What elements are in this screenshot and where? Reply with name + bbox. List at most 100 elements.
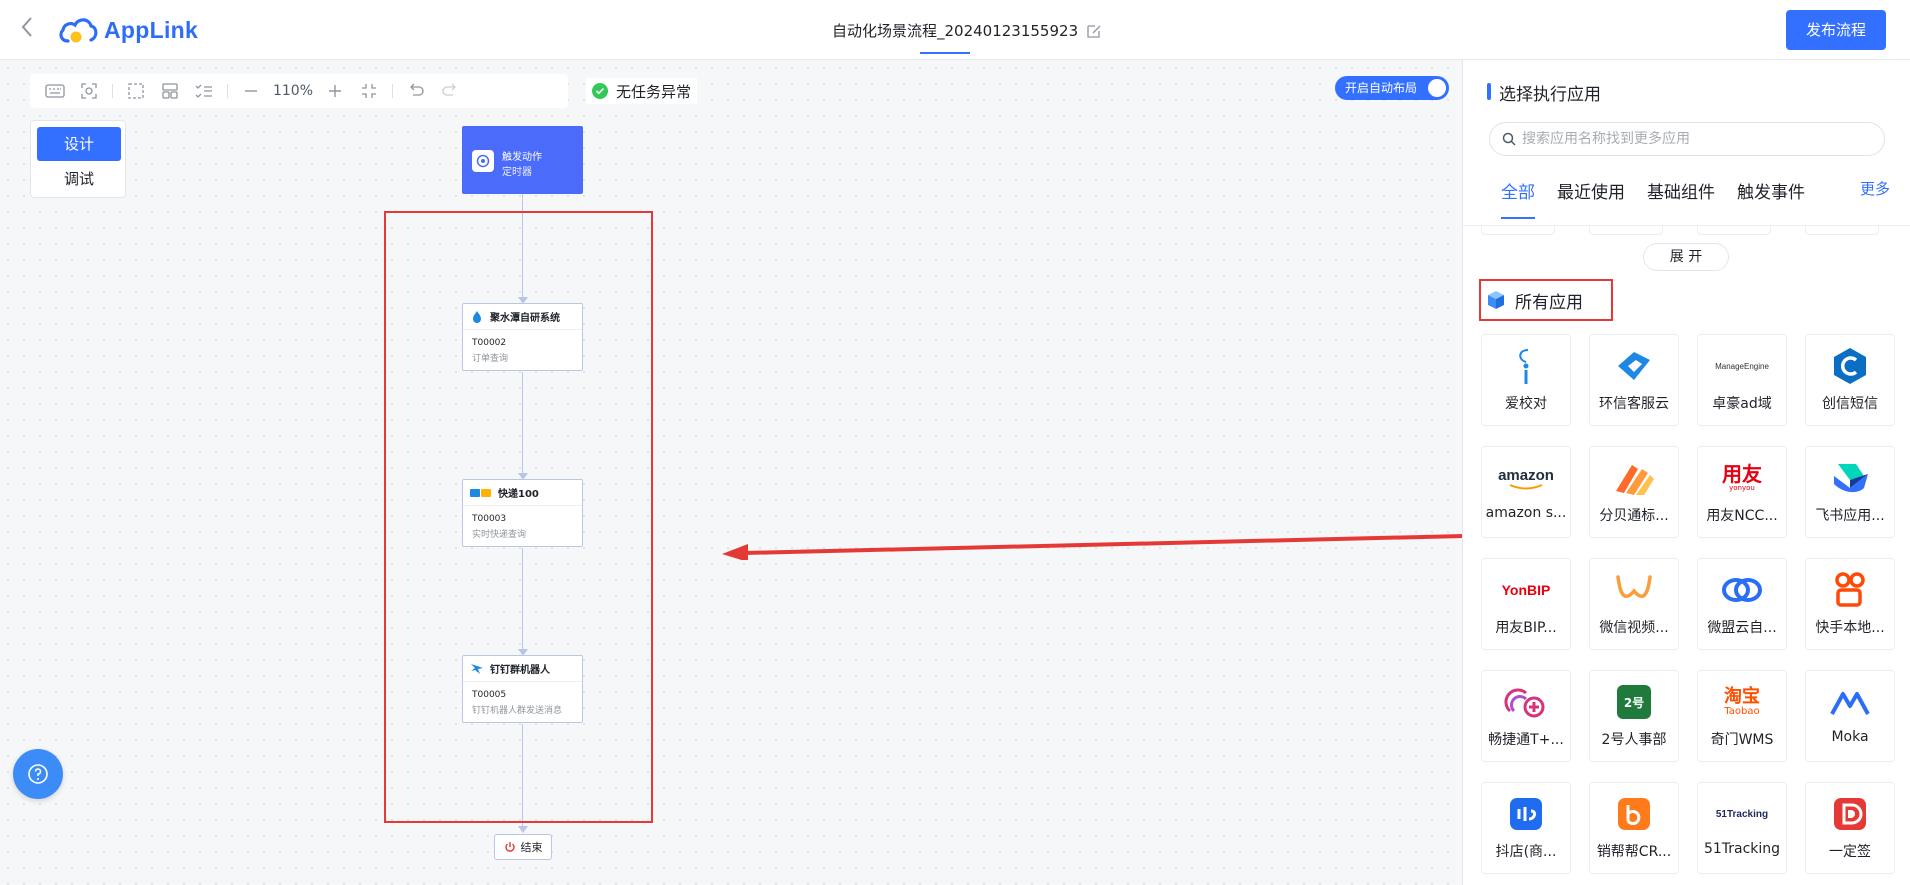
app-card[interactable]: 抖店(商... <box>1481 782 1571 874</box>
help-button[interactable] <box>13 749 63 799</box>
jst-icon <box>473 310 481 323</box>
task-status: 无任务异常 <box>586 78 698 104</box>
undo-icon[interactable] <box>399 76 433 106</box>
app-card[interactable]: amazon amazon s... <box>1481 446 1571 538</box>
tab-all[interactable]: 全部 <box>1501 178 1535 219</box>
card-stub <box>1481 226 1555 235</box>
flow-node-dingtalk[interactable]: 钉钉群机器人 T00005 钉钉机器人群发送消息 <box>462 655 583 723</box>
app-card[interactable]: 2号 2号人事部 <box>1589 670 1679 762</box>
design-mode-button[interactable]: 设计 <box>37 127 121 161</box>
app-label: 销帮帮CR... <box>1596 844 1672 860</box>
feishu-icon <box>1834 464 1868 493</box>
app-card[interactable]: 爱校对 <box>1481 334 1571 426</box>
doudian-icon <box>1510 798 1542 830</box>
app-card[interactable]: 快手本地... <box>1805 558 1895 650</box>
flow-node-jst[interactable]: 聚水潭自研系统 T00002 订单查询 <box>462 303 583 371</box>
zoom-out-icon[interactable] <box>234 76 268 106</box>
flow-canvas[interactable] <box>0 60 1462 885</box>
app-card[interactable]: 环信客服云 <box>1589 334 1679 426</box>
app-card[interactable]: 畅捷通T+... <box>1481 670 1571 762</box>
applink-logo: AppLink <box>58 12 198 48</box>
app-card[interactable]: 淘宝 Taobao 奇门WMS <box>1697 670 1787 762</box>
canvas-toolbar: 110% <box>30 74 568 108</box>
app-grid: 爱校对 环信客服云 ManageEngine 卓豪ad域 创信短信 amazon… <box>1481 334 1895 874</box>
timer-icon <box>472 150 494 172</box>
debug-mode-button[interactable]: 调试 <box>37 165 121 193</box>
app-card[interactable]: 销帮帮CR... <box>1589 782 1679 874</box>
node-name: 聚水潭自研系统 <box>490 313 560 324</box>
flow-connector <box>522 194 523 302</box>
trigger-node[interactable]: 触发动作 定时器 <box>462 126 583 194</box>
dingtalk-icon <box>471 663 483 674</box>
select-area-icon[interactable] <box>119 76 153 106</box>
keyboard-icon[interactable] <box>38 76 72 106</box>
checklist-icon[interactable] <box>187 76 221 106</box>
expand-button[interactable]: 展 开 <box>1643 243 1729 271</box>
app-card[interactable]: 飞书应用... <box>1805 446 1895 538</box>
flow-title[interactable]: 自动化场景流程_20240123155923 <box>832 20 1102 41</box>
app-label: Moka <box>1831 729 1869 745</box>
xiaobangbang-icon <box>1618 798 1650 830</box>
taobao-icon: 淘宝 <box>1724 685 1760 707</box>
app-selector-panel: 选择执行应用 全部 最近使用 基础组件 触发事件 更多 展 开 所有应用 爱校对… <box>1462 60 1910 885</box>
app-card[interactable]: 微盟云自... <box>1697 558 1787 650</box>
app-card[interactable]: 用友 yonyou 用友NCC... <box>1697 446 1787 538</box>
search-input[interactable] <box>1522 131 1862 147</box>
node-name: 快递100 <box>498 489 539 500</box>
app-search[interactable] <box>1489 122 1885 156</box>
back-icon[interactable] <box>20 16 42 42</box>
auto-layout-toggle[interactable]: 开启自动布局 <box>1335 76 1449 100</box>
node-header: 聚水潭自研系统 <box>463 304 582 330</box>
toolbar-divider <box>392 84 393 98</box>
more-link[interactable]: 更多 <box>1860 178 1890 199</box>
app-label: 用友NCC... <box>1706 508 1778 524</box>
node-desc: 实时快递查询 <box>472 530 527 540</box>
locate-icon[interactable] <box>72 76 106 106</box>
flow-connector <box>522 724 523 828</box>
node-code: T00002 <box>472 338 507 348</box>
app-card[interactable]: ManageEngine 卓豪ad域 <box>1697 334 1787 426</box>
app-card[interactable]: Moka <box>1805 670 1895 762</box>
app-card[interactable]: 创信短信 <box>1805 334 1895 426</box>
zoom-in-icon[interactable] <box>318 76 352 106</box>
fenbeitong-icon <box>1616 465 1654 495</box>
trigger-subtitle: 定时器 <box>502 167 532 178</box>
trigger-title: 触发动作 <box>502 152 542 163</box>
edit-icon[interactable] <box>1086 23 1102 39</box>
flow-node-kuaidi100[interactable]: 快递100 T00003 实时快递查询 <box>462 479 583 547</box>
app-label: 51Tracking <box>1703 841 1781 857</box>
end-node[interactable]: 结束 <box>494 834 552 860</box>
huanxin-icon <box>1618 352 1650 380</box>
app-label: 微信视频... <box>1599 620 1669 636</box>
app-label: amazon s... <box>1485 505 1567 521</box>
redo-icon[interactable] <box>433 76 467 106</box>
status-text: 无任务异常 <box>616 82 692 101</box>
flow-connector <box>522 372 523 478</box>
app-card[interactable]: 分贝通标... <box>1589 446 1679 538</box>
tab-trigger-events[interactable]: 触发事件 <box>1737 178 1805 216</box>
chuangxin-icon <box>1834 348 1866 384</box>
app-card[interactable]: YonBIP 用友BIP... <box>1481 558 1571 650</box>
node-desc: 订单查询 <box>472 354 509 364</box>
fit-screen-icon[interactable] <box>352 76 386 106</box>
app-label: 抖店(商... <box>1495 844 1557 860</box>
layout-icon[interactable] <box>153 76 187 106</box>
card-stub <box>1805 226 1879 235</box>
panel-title: 选择执行应用 <box>1487 80 1601 105</box>
amazon-smile-icon <box>1509 483 1543 489</box>
yonyou-sub-text: yonyou <box>1729 484 1755 492</box>
app-card[interactable]: 一定签 <box>1805 782 1895 874</box>
publish-flow-button[interactable]: 发布流程 <box>1786 10 1886 50</box>
node-desc: 钉钉机器人群发送消息 <box>472 706 563 716</box>
node-header: 快递100 <box>463 480 582 506</box>
tab-recent[interactable]: 最近使用 <box>1557 178 1625 216</box>
tab-basic-components[interactable]: 基础组件 <box>1647 178 1715 216</box>
kuaidi100-icon <box>470 488 491 497</box>
yonyou-ncc-icon: 用友 <box>1722 462 1762 486</box>
power-icon <box>504 842 515 852</box>
app-card[interactable]: 微信视频... <box>1589 558 1679 650</box>
app-card[interactable]: 51Tracking 51Tracking <box>1697 782 1787 874</box>
aixiaodui-icon <box>1519 349 1529 384</box>
amazon-icon: amazon <box>1498 466 1554 484</box>
node-name: 钉钉群机器人 <box>490 665 550 676</box>
